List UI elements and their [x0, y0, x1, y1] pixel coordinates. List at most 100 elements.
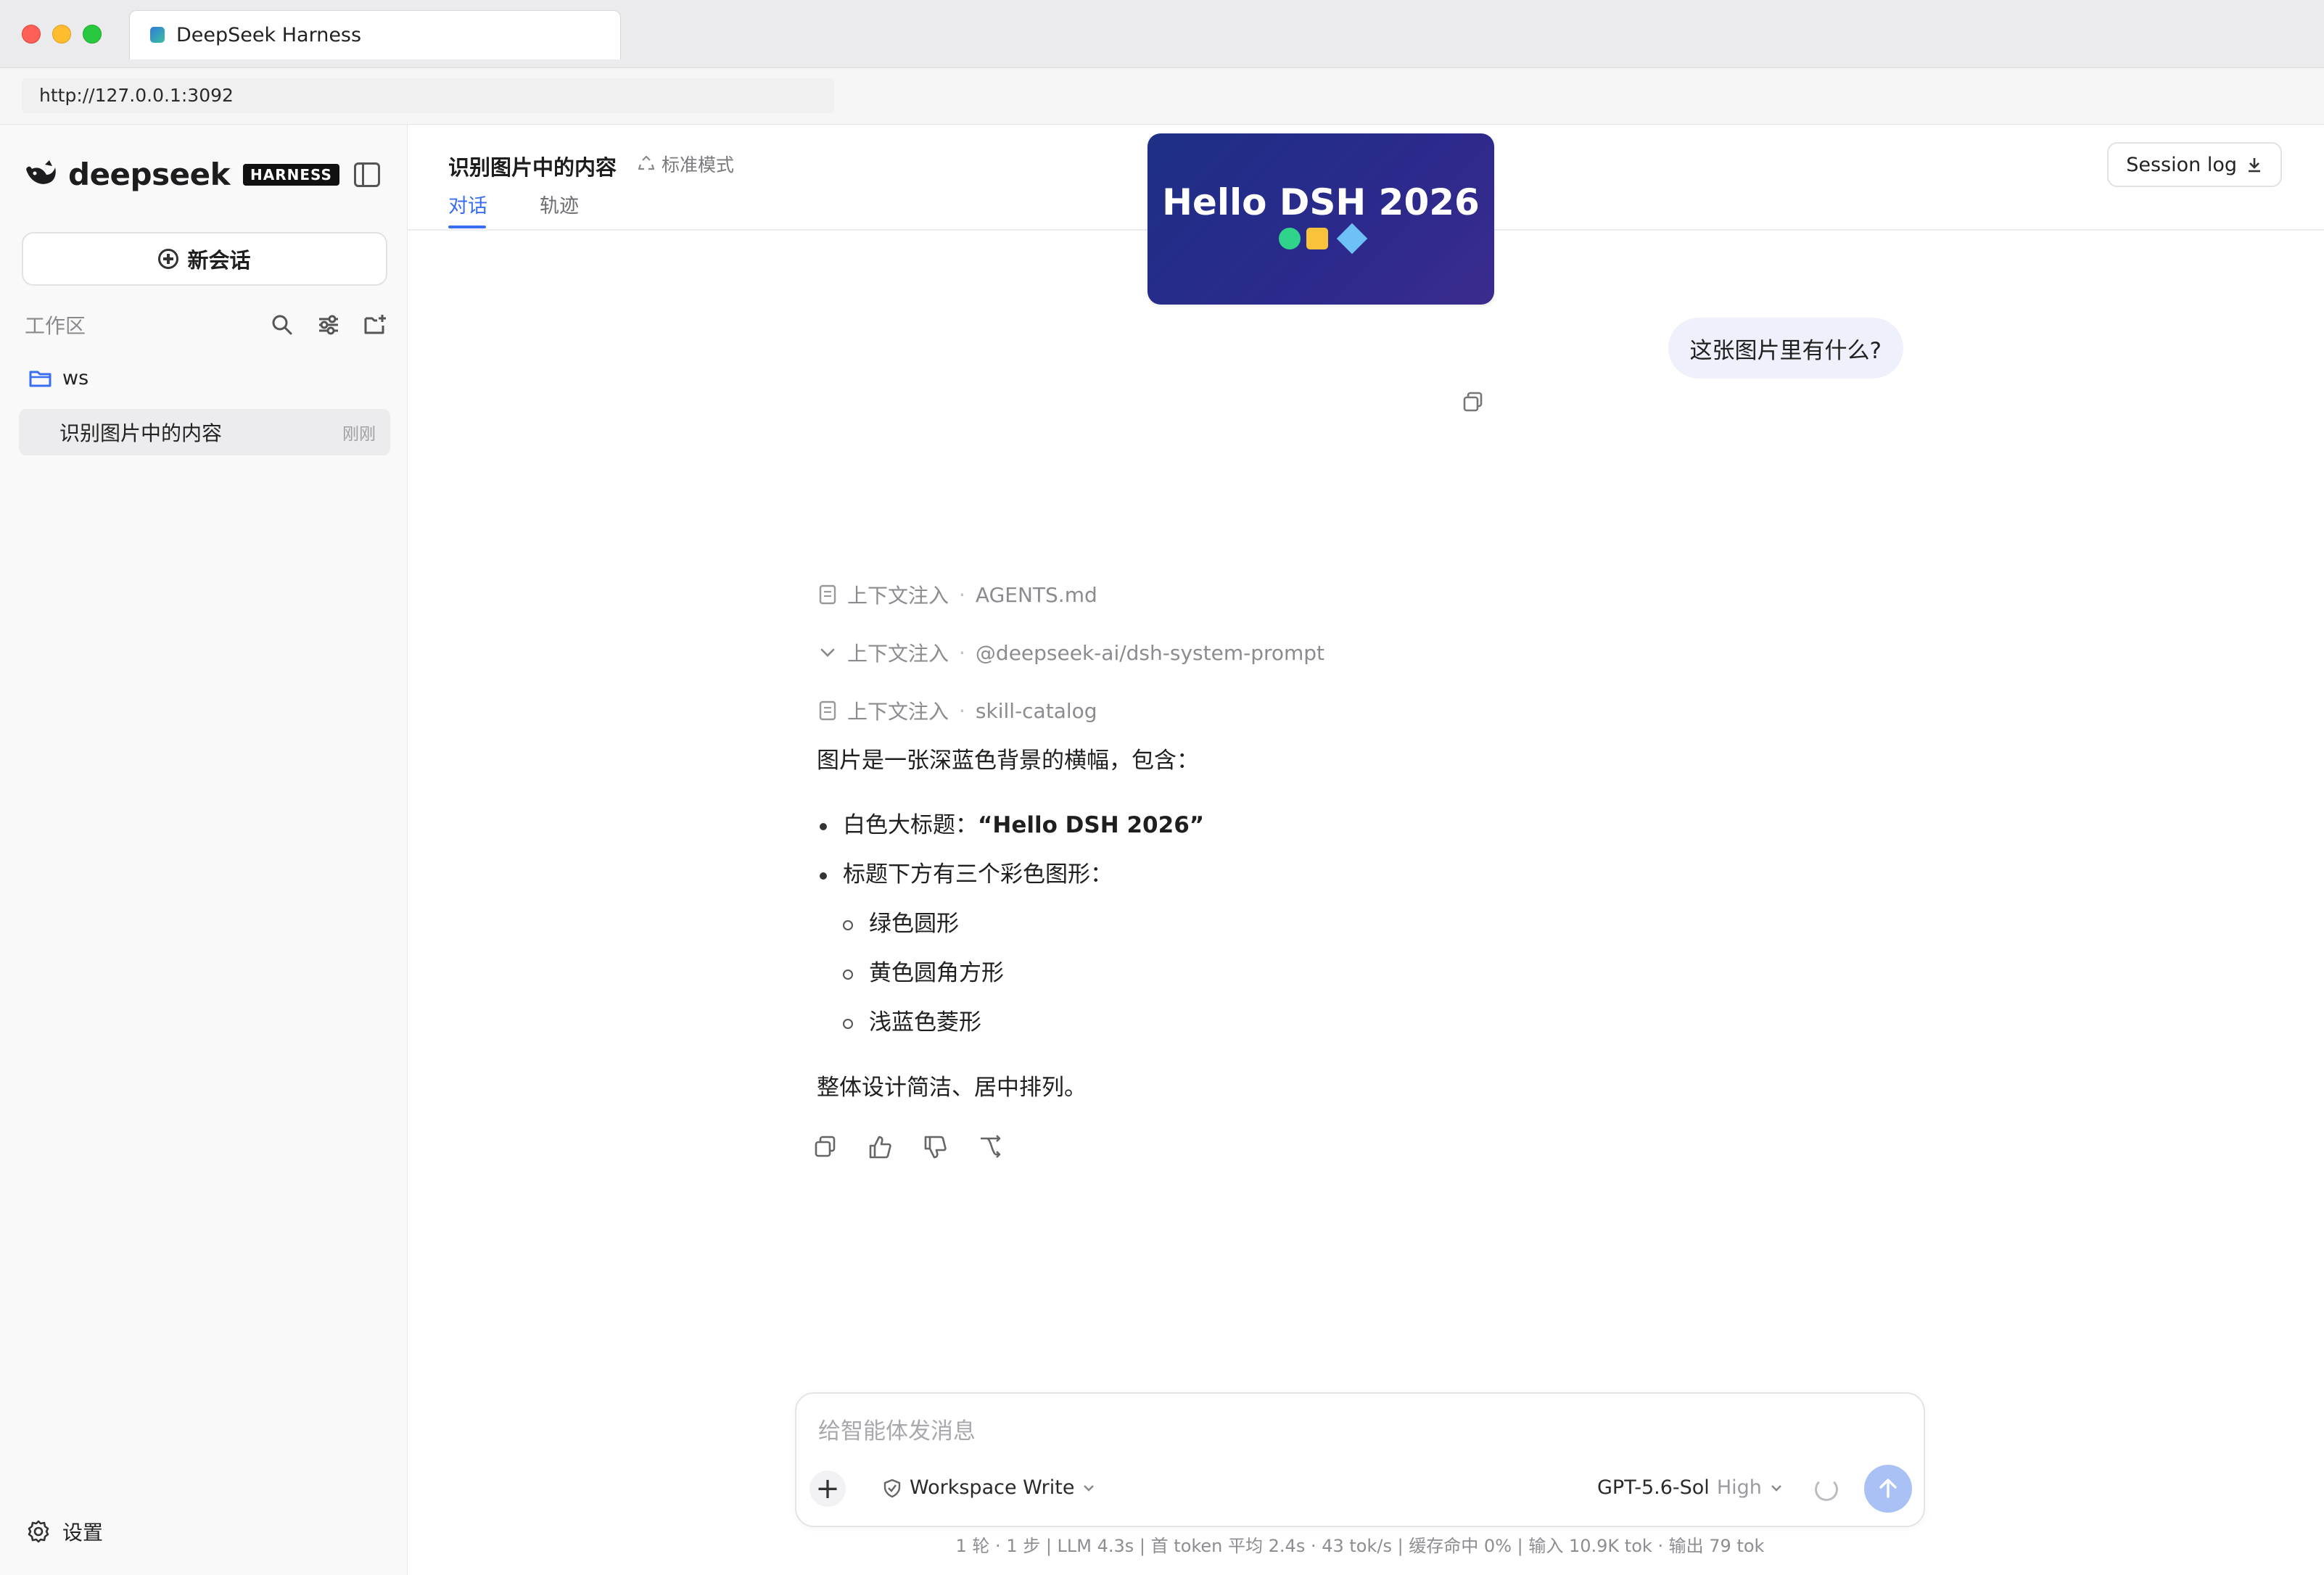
answer-bullet-list: 白色大标题：“Hello DSH 2026” 标题下方有三个彩色图形： 绿色圆形…	[817, 801, 1204, 1047]
message-actions	[812, 1134, 1004, 1160]
user-image-attachment[interactable]: Hello DSH 2026	[1147, 133, 1494, 305]
session-title: 识别图片中的内容	[59, 421, 223, 445]
new-folder-icon[interactable]	[363, 313, 387, 337]
context-injection-row[interactable]: 上下文注入 · @deepseek-ai/dsh-system-prompt	[818, 638, 1324, 667]
bullet-bold: “Hello DSH 2026”	[978, 812, 1205, 838]
chevron-down-icon	[1771, 1484, 1781, 1492]
message-composer: 给智能体发消息 + Workspace Write GPT-5.6-Sol Hi…	[795, 1392, 1925, 1527]
context-label: 上下文注入	[847, 642, 949, 666]
search-icon[interactable]	[270, 313, 294, 337]
message-input[interactable]: 给智能体发消息	[818, 1413, 976, 1445]
workspace-label: 工作区	[25, 314, 86, 338]
sub-list-item: 绿色圆形	[817, 899, 1204, 948]
tab-title: DeepSeek Harness	[176, 24, 362, 46]
context-source: @deepseek-ai/dsh-system-prompt	[975, 640, 1325, 665]
permission-selector[interactable]: Workspace Write	[882, 1476, 1096, 1499]
image-title: Hello DSH 2026	[1162, 181, 1480, 223]
image-shapes	[1147, 223, 1494, 255]
tab-trace[interactable]: 轨迹	[540, 190, 579, 228]
minimize-window-button[interactable]	[52, 25, 71, 44]
maximize-window-button[interactable]	[83, 25, 102, 44]
chevron-down-icon	[1084, 1484, 1095, 1492]
browser-window: DeepSeek Harness http://127.0.0.1:3092 d…	[0, 0, 2324, 1575]
plus-circle-icon	[158, 249, 179, 269]
folder-name: ws	[62, 367, 89, 389]
brand: deepseek HARNESS	[23, 157, 339, 192]
whale-logo-icon	[26, 160, 56, 184]
user-message-text: 这张图片里有什么?	[1689, 337, 1882, 364]
title-bar: DeepSeek Harness	[0, 0, 2324, 68]
url-field[interactable]: http://127.0.0.1:3092	[22, 78, 834, 113]
separator-dot: ·	[959, 640, 965, 665]
separator-dot: ·	[959, 698, 965, 723]
model-selector[interactable]: GPT-5.6-Sol High	[1597, 1476, 1784, 1499]
workspace-header: 工作区	[25, 310, 387, 339]
filter-sliders-icon[interactable]	[316, 313, 341, 337]
gear-icon	[28, 1520, 49, 1543]
copy-icon[interactable]	[1461, 390, 1486, 415]
brand-name: deepseek	[68, 157, 231, 192]
chevron-down-icon	[820, 648, 835, 657]
mode-badge[interactable]: 标准模式	[637, 151, 734, 177]
session-log-label: Session log	[2126, 153, 2237, 176]
session-log-button[interactable]: Session log	[2107, 142, 2282, 187]
new-chat-label: 新会话	[187, 248, 251, 273]
folder-icon	[29, 371, 51, 386]
close-window-button[interactable]	[22, 25, 41, 44]
model-name: GPT-5.6-Sol	[1597, 1476, 1710, 1499]
recycle-icon	[638, 155, 655, 170]
sidebar-toggle-icon[interactable]	[354, 162, 380, 187]
answer-conclusion: 整体设计简洁、居中排列。	[817, 1075, 1087, 1101]
separator-dot: ·	[959, 582, 965, 607]
thumbs-down-icon[interactable]	[923, 1134, 949, 1160]
conversation-title: 识别图片中的内容	[448, 155, 617, 180]
shield-icon	[883, 1479, 901, 1497]
sub-list-item: 黄色圆角方形	[817, 948, 1204, 998]
brand-badge: HARNESS	[243, 163, 339, 186]
new-chat-button[interactable]: 新会话	[22, 232, 387, 286]
send-button[interactable]	[1864, 1465, 1912, 1513]
branch-icon[interactable]	[978, 1134, 1004, 1160]
bullet-text: 标题下方有三个彩色图形：	[843, 861, 1113, 888]
mode-label: 标准模式	[662, 154, 735, 175]
model-effort: High	[1716, 1476, 1762, 1499]
list-item: 标题下方有三个彩色图形：	[817, 850, 1204, 899]
document-icon	[819, 700, 836, 721]
sub-list-item: 浅蓝色菱形	[817, 998, 1204, 1047]
session-time: 刚刚	[342, 425, 376, 444]
blue-diamond-shape	[1336, 223, 1368, 255]
permission-label: Workspace Write	[910, 1476, 1075, 1499]
green-circle-shape	[1279, 228, 1301, 249]
tab-conversation[interactable]: 对话	[448, 190, 487, 228]
browser-tab[interactable]: DeepSeek Harness	[129, 10, 621, 59]
thumbs-up-icon[interactable]	[868, 1134, 894, 1160]
list-item: 白色大标题：“Hello DSH 2026”	[817, 801, 1204, 850]
assistant-answer-intro: 图片是一张深蓝色背景的横幅，包含：	[817, 744, 1832, 778]
attach-plus-button[interactable]: +	[809, 1471, 846, 1507]
settings-button[interactable]: 设置	[26, 1517, 103, 1546]
answer-intro: 图片是一张深蓝色背景的横幅，包含：	[817, 748, 1199, 774]
sidebar: deepseek HARNESS 新会话 工作区 ws 识别图片中的内容 刚刚 …	[0, 125, 408, 1575]
main-panel: 识别图片中的内容 标准模式 对话 轨迹 Session log	[408, 125, 2324, 1575]
favicon-icon	[150, 27, 165, 43]
user-message-bubble: 这张图片里有什么?	[1668, 318, 1903, 379]
context-source: skill-catalog	[975, 698, 1097, 723]
context-label: 上下文注入	[847, 700, 949, 724]
context-injection-row[interactable]: 上下文注入 · AGENTS.md	[818, 580, 1097, 609]
context-source: AGENTS.md	[975, 582, 1097, 607]
copy-icon[interactable]	[812, 1134, 838, 1160]
usage-stats: 1 轮 · 1 步 | LLM 4.3s | 首 token 平均 2.4s ·…	[955, 1536, 1765, 1556]
address-bar: http://127.0.0.1:3092	[0, 68, 2324, 125]
yellow-square-shape	[1306, 228, 1328, 249]
context-injection-row[interactable]: 上下文注入 · skill-catalog	[818, 696, 1097, 725]
arrow-up-icon	[1879, 1479, 1897, 1498]
loading-spinner-icon	[1815, 1478, 1838, 1501]
bullet-prefix: 白色大标题：	[843, 812, 978, 838]
document-icon	[819, 584, 836, 605]
download-icon	[2249, 158, 2260, 173]
session-item[interactable]: 识别图片中的内容 刚刚	[19, 409, 390, 455]
tab-bar: 对话 轨迹	[448, 190, 579, 228]
folder-ws[interactable]: ws	[29, 367, 88, 389]
context-label: 上下文注入	[847, 584, 949, 608]
settings-label: 设置	[62, 1521, 104, 1545]
